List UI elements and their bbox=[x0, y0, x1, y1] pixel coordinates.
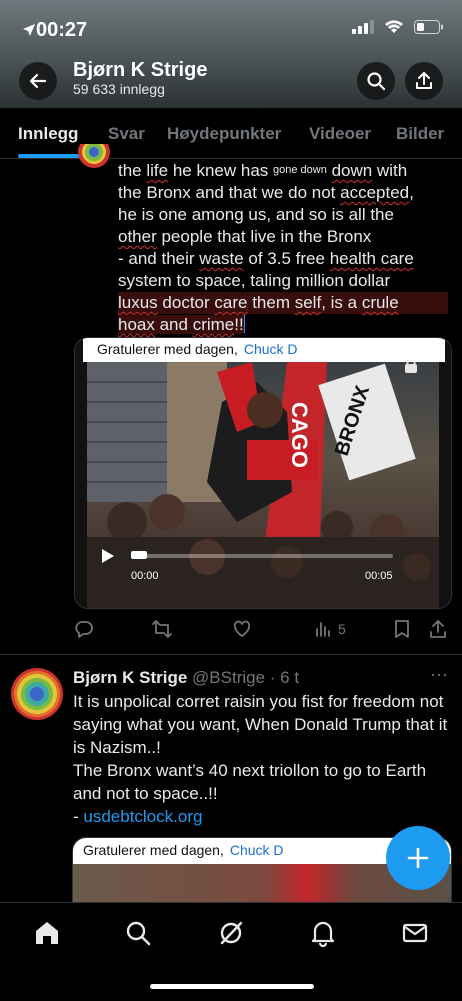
tab-replies[interactable]: Svar bbox=[108, 124, 145, 144]
status-bar-icons bbox=[23, 20, 444, 36]
home-icon[interactable] bbox=[33, 919, 61, 947]
active-tab-indicator bbox=[18, 154, 80, 158]
video-progress-thumb[interactable] bbox=[131, 551, 147, 559]
wifi-icon bbox=[385, 20, 403, 33]
text-line: luxus doctor care them self, is a crule bbox=[118, 292, 448, 314]
tweet2-author-name[interactable]: Bjørn K Strige bbox=[73, 668, 187, 687]
like-icon[interactable] bbox=[232, 619, 252, 639]
messages-icon[interactable] bbox=[401, 919, 429, 947]
tweet-divider bbox=[0, 654, 462, 655]
text-line: the life he knew has gone down down with bbox=[118, 161, 408, 180]
compose-plus-icon bbox=[407, 847, 429, 869]
play-icon[interactable] bbox=[101, 548, 115, 564]
banner-text: CAGO bbox=[287, 402, 312, 468]
share-post-icon[interactable] bbox=[429, 619, 447, 639]
avatar[interactable] bbox=[11, 668, 63, 720]
search-button[interactable] bbox=[357, 62, 395, 100]
grok-icon[interactable] bbox=[217, 919, 245, 947]
profile-name: Bjørn K Strige bbox=[73, 59, 208, 81]
tab-images[interactable]: Bilder bbox=[396, 124, 444, 144]
tweet2-text: It is unpolical corret raisin you fist f… bbox=[73, 690, 453, 828]
retweet-icon[interactable] bbox=[151, 619, 173, 639]
back-button[interactable] bbox=[19, 62, 57, 100]
bookmark-icon[interactable] bbox=[393, 619, 411, 639]
profile-tabs: Innlegg Svar Høydepunkter Videoer Bilder bbox=[0, 108, 462, 159]
text-line: - and their waste of 3.5 free health car… bbox=[118, 249, 414, 268]
text-line: hoax and crime!! bbox=[118, 315, 245, 334]
video-time-end: 00:05 bbox=[365, 570, 393, 582]
tab-highlights[interactable]: Høydepunkter bbox=[167, 124, 281, 144]
tweet2-paragraph: It is unpolical corret raisin you fist f… bbox=[73, 692, 448, 757]
notifications-icon[interactable] bbox=[309, 919, 337, 947]
tweet1-video[interactable]: Gratulerer med dagen,Chuck D CAGO BRONX bbox=[74, 337, 452, 609]
share-icon bbox=[416, 72, 432, 89]
video-time-start: 00:00 bbox=[131, 570, 159, 582]
views-icon bbox=[316, 622, 330, 637]
home-indicator bbox=[150, 984, 314, 989]
text-line: the Bronx and that we do not accepted, bbox=[118, 183, 414, 202]
back-arrow-icon bbox=[29, 73, 47, 89]
tab-posts[interactable]: Innlegg bbox=[18, 124, 78, 144]
signal-icon bbox=[352, 20, 374, 34]
battery-icon bbox=[414, 20, 443, 34]
video-frame[interactable]: CAGO BRONX 00:00 00:05 bbox=[87, 362, 439, 608]
text-line: other people that live in the Bronx bbox=[118, 227, 372, 246]
tweet2-handle-time: @BStrige · 6 t bbox=[192, 668, 300, 687]
text-line: he is one among us, and so is all the bbox=[118, 205, 394, 224]
tweet2-paragraph: The Bronx want’s 40 next triollon to go … bbox=[73, 761, 427, 803]
reply-icon[interactable] bbox=[74, 619, 94, 639]
post-count: 59 633 innlegg bbox=[73, 81, 165, 97]
compose-button[interactable] bbox=[386, 826, 450, 890]
text-line: system to space, taling million dollar bbox=[118, 271, 391, 290]
usdebtclock-link[interactable]: usdebtclock.org bbox=[83, 807, 202, 826]
profile-header-banner bbox=[0, 0, 462, 108]
views-count: 5 bbox=[338, 621, 346, 637]
views-action[interactable]: 5 bbox=[314, 620, 346, 638]
text-cursor bbox=[243, 315, 245, 333]
video-progress-track[interactable] bbox=[131, 554, 393, 558]
lock-icon bbox=[405, 362, 417, 373]
tweet1-avatar-partial bbox=[78, 144, 110, 170]
status-bar-time: 00:27 bbox=[36, 19, 88, 41]
explore-icon[interactable] bbox=[124, 919, 152, 947]
more-options-icon[interactable]: ··· bbox=[430, 664, 448, 685]
tweet2-paragraph: - usdebtclock.org bbox=[73, 807, 203, 826]
tweet1-text: the life he knew has gone down down with… bbox=[118, 159, 448, 336]
tweet2-header: Bjørn K Strige @BStrige · 6 t bbox=[73, 668, 299, 688]
location-arrow-icon bbox=[23, 24, 35, 36]
tab-videos[interactable]: Videoer bbox=[309, 124, 371, 144]
share-button[interactable] bbox=[405, 62, 443, 100]
video-caption-bar: Gratulerer med dagen, Chuck D bbox=[83, 338, 445, 362]
search-icon bbox=[367, 72, 386, 91]
